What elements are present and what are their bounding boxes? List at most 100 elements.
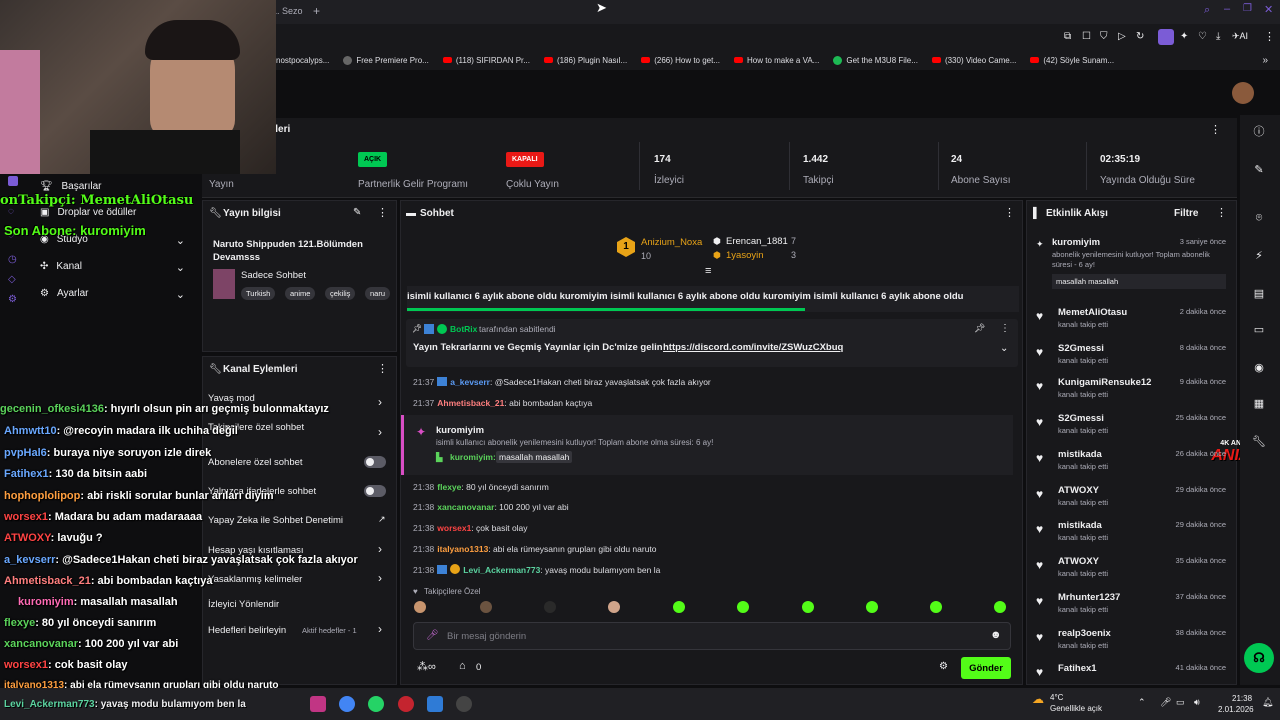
activity-item[interactable]: ♥ S2Gmessi kanalı takip etti 8 dakika önce <box>1036 343 1226 375</box>
sub-user[interactable]: kuromiyim <box>436 425 484 436</box>
emote-icon[interactable] <box>673 601 685 613</box>
microphone-icon[interactable]: 🎤︎ <box>1160 697 1171 708</box>
sidebar-item-achievements[interactable]: 🏆︎ Başarılar <box>40 181 102 192</box>
puzzle-icon[interactable]: ✦ <box>1180 31 1188 42</box>
tag[interactable]: anime <box>285 287 316 300</box>
activity-item[interactable]: ✦ kuromiyim abonelik yenilemesini kutluy… <box>1036 237 1226 299</box>
new-tab-icon[interactable]: + <box>313 4 320 18</box>
download-icon[interactable]: ⤓ <box>1216 31 1220 42</box>
sidebar-item-drops[interactable]: ▣ Droplar ve ödüller <box>40 207 136 218</box>
sidebar-item-channel[interactable]: ✣ Kanal ⌄ <box>40 261 190 274</box>
broadcast-icon[interactable]: ◉ <box>1250 359 1268 377</box>
more-options-icon[interactable]: ⋮ <box>377 206 388 219</box>
more-options-icon[interactable]: ⋮ <box>1000 323 1010 334</box>
camera-icon[interactable]: ⌾ <box>1250 209 1268 227</box>
twitch-icon[interactable] <box>8 176 18 186</box>
chat-username[interactable]: italyano1313 <box>437 544 488 554</box>
store-icon[interactable]: ⌂ <box>459 660 466 672</box>
emote-icon[interactable] <box>480 601 492 613</box>
bookmark-icon[interactable]: ☐ <box>1082 31 1091 42</box>
chat-message[interactable]: 21:38 italyano1313: abi ela rümeysanın gr… <box>413 544 657 554</box>
activity-item[interactable]: ♥ ATWOXY kanalı takip etti 35 dakika önce <box>1036 556 1226 588</box>
chevron-down-icon[interactable]: ⌄ <box>1000 343 1008 354</box>
bookmark-item[interactable]: How to make a VA... <box>734 56 819 65</box>
network-icon[interactable]: ▭ <box>1176 697 1185 708</box>
active-extension-icon[interactable] <box>1158 29 1174 45</box>
ai-icon[interactable]: ✈AI <box>1232 31 1248 42</box>
more-bookmarks-icon[interactable]: » <box>1262 55 1268 66</box>
clock-icon[interactable]: ◷ <box>8 254 17 265</box>
bookmark-item[interactable]: (186) Plugin Nasıl... <box>543 56 627 65</box>
menu-icon[interactable]: ⋮ <box>1264 30 1275 43</box>
activity-item[interactable]: ♥ realp3oenix kanalı takip etti 38 dakika ö… <box>1036 628 1226 660</box>
minimize-icon[interactable]: – <box>1224 3 1230 15</box>
chat-username[interactable]: Ahmetisback_21 <box>437 398 504 408</box>
app-icon[interactable] <box>427 696 443 712</box>
extension-icon[interactable]: ⧉ <box>1064 31 1071 42</box>
chat-message[interactable]: 21:38 worsex1: çok basit olay <box>413 523 528 533</box>
bookmark-item[interactable]: Get the M3U8 File... <box>833 55 918 65</box>
document-icon[interactable]: ▤ <box>1250 285 1268 303</box>
leader-name[interactable]: 1yasoyin <box>726 250 764 261</box>
chat-message[interactable]: 21:38 Levi_Ackerman773: yavaş modu bulamı… <box>413 564 660 575</box>
send-button[interactable]: Gönder <box>961 657 1011 679</box>
chevron-up-icon[interactable]: ⌃ <box>1138 697 1146 708</box>
chat-username[interactable]: xancanovanar <box>437 502 494 512</box>
support-button[interactable]: ☊ <box>1244 643 1274 673</box>
wrench-icon[interactable]: 🔧︎ <box>1250 433 1268 451</box>
browser-tab[interactable]: 1. Sezo <box>272 6 303 16</box>
chat-message[interactable]: 21:38 xancanovanar: 100 200 yıl var abi <box>413 502 569 512</box>
leader-name[interactable]: Erencan_1881 <box>726 236 788 247</box>
activity-item[interactable]: ♥ Mrhunter1237 kanalı takip etti 37 dakika … <box>1036 592 1226 624</box>
sidebar-item-settings[interactable]: ⚙ Ayarlar ⌄ <box>40 288 190 301</box>
chat-username[interactable]: flexye <box>437 482 461 492</box>
bookmark-item[interactable]: (118) SIFIRDAN Pr... <box>442 56 530 65</box>
info-icon[interactable]: ⓘ <box>1250 123 1268 141</box>
shield-icon[interactable]: ⛉ <box>1100 31 1108 42</box>
activity-item[interactable]: ♥ mistikada kanalı takip etti 26 dakika önc… <box>1036 449 1226 481</box>
leader-name[interactable]: Anizium_Noxa <box>641 237 702 248</box>
emote-icon[interactable] <box>994 601 1006 613</box>
activity-item[interactable]: ♥ KunigamiRensuke12 kanalı takip etti 9 dak… <box>1036 377 1226 409</box>
unpin-icon[interactable]: 📌︎ <box>974 323 985 334</box>
more-options-icon[interactable]: ⋮ <box>1210 123 1221 136</box>
notification-icon[interactable]: 🔔︎ <box>1262 697 1273 708</box>
emote-icon[interactable] <box>737 601 749 613</box>
emote-icon[interactable] <box>414 601 426 613</box>
microphone-icon[interactable]: 🎤︎ <box>426 630 439 641</box>
more-options-icon[interactable]: ⋮ <box>1216 206 1227 219</box>
refresh-icon[interactable]: ↻ <box>1136 31 1144 42</box>
opera-icon[interactable] <box>398 696 414 712</box>
tag[interactable]: Turkish <box>241 287 276 300</box>
emote-icon[interactable] <box>544 601 556 613</box>
filter-button[interactable]: Filtre <box>1174 208 1198 219</box>
bookmark-item[interactable]: (42) Söyle Sunam... <box>1030 56 1114 65</box>
app-icon[interactable] <box>456 696 472 712</box>
bookmark-item[interactable]: (330) Video Came... <box>931 56 1016 65</box>
bookmark-item[interactable]: Free Premiere Pro... <box>343 55 429 65</box>
chat-message[interactable]: 21:38 flexye: 80 yıl önceydi sanırım <box>413 482 549 492</box>
category-thumbnail[interactable] <box>213 269 235 299</box>
chat-username[interactable]: a_kevserr <box>450 377 490 387</box>
chat-username[interactable]: worsex1 <box>437 523 471 533</box>
play-icon[interactable]: ▷ <box>1118 31 1126 42</box>
search-icon[interactable]: ⌕ <box>1204 4 1210 17</box>
activity-item[interactable]: ♥ MemetAliOtasu kanalı takip etti 2 dakika … <box>1036 307 1226 339</box>
edit-icon[interactable]: ✎ <box>1250 161 1268 179</box>
diamond-icon[interactable]: ◇ <box>8 274 16 285</box>
bolt-icon[interactable]: ⚡︎ <box>1250 247 1268 265</box>
pinned-message[interactable]: 📌︎ BotRix tarafından sabitlendi 📌︎ ⋮ Yay… <box>406 319 1018 367</box>
chat-message[interactable]: 21:37 a_kevserr: @Sadece1Hakan cheti bira… <box>413 377 711 387</box>
activity-item[interactable]: ♥ Fatihex1 41 dakika önce <box>1036 663 1226 695</box>
chrome-icon[interactable] <box>339 696 355 712</box>
emote-icon[interactable] <box>930 601 942 613</box>
pinned-by[interactable]: BotRix <box>450 324 477 334</box>
tag[interactable]: naru <box>365 287 391 300</box>
category-name[interactable]: Sadece Sohbet <box>241 270 306 281</box>
collapse-icon[interactable]: ≡ <box>705 265 711 277</box>
chat-input[interactable]: 🎤︎ Bir mesaj gönderin ☻ <box>413 622 1011 650</box>
more-options-icon[interactable]: ⋮ <box>377 362 388 375</box>
activity-item[interactable]: ♥ ATWOXY kanalı takip etti 29 dakika önce <box>1036 485 1226 517</box>
gear-icon[interactable]: ⚙ <box>8 294 17 305</box>
bookmark-item[interactable]: nostpocalyps... <box>276 56 329 65</box>
